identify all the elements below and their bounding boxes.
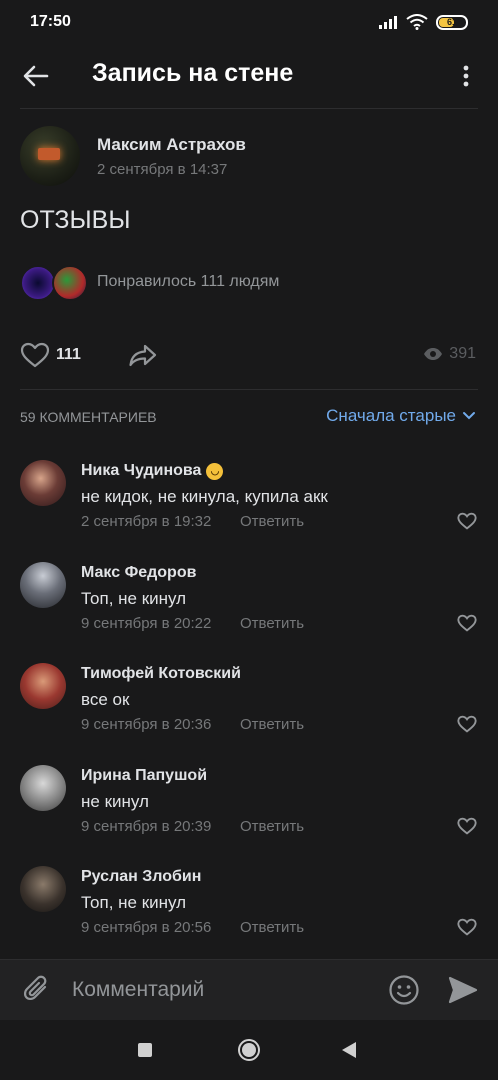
comment-item: Руслан Злобин Топ, не кинул 9 сентября в… bbox=[0, 866, 498, 962]
recent-apps-icon[interactable] bbox=[138, 1043, 152, 1057]
sort-order-button[interactable]: Сначала старые bbox=[326, 406, 476, 426]
comment-author[interactable]: Руслан Злобин bbox=[81, 868, 201, 886]
status-time: 17:50 bbox=[30, 13, 71, 30]
heart-icon bbox=[20, 342, 50, 368]
comment-composer bbox=[0, 959, 498, 1020]
comment-date: 9 сентября в 20:22 bbox=[81, 615, 212, 632]
comment-author[interactable]: Макс Федоров bbox=[81, 564, 196, 582]
comment-like-button[interactable] bbox=[456, 612, 478, 634]
post-actions: 111 391 bbox=[0, 330, 498, 380]
comment-text: не кинул bbox=[81, 792, 149, 811]
heart-icon bbox=[457, 614, 477, 632]
comment-author[interactable]: Тимофей Котовский bbox=[81, 665, 241, 683]
like-button[interactable]: 111 bbox=[20, 338, 81, 372]
comment-like-button[interactable] bbox=[456, 916, 478, 938]
comment-text: все ок bbox=[81, 690, 130, 709]
back-triangle-icon[interactable] bbox=[342, 1042, 356, 1058]
wifi-icon bbox=[406, 14, 428, 30]
avatar-glow bbox=[38, 148, 60, 160]
comment-text: Топ, не кинул bbox=[81, 893, 187, 912]
heart-icon bbox=[457, 817, 477, 835]
app-header: Запись на стене bbox=[0, 44, 498, 108]
comment-item: Тимофей Котовский все ок 9 сентября в 20… bbox=[0, 663, 498, 759]
comment-date: 9 сентября в 20:36 bbox=[81, 716, 212, 733]
header-divider bbox=[20, 108, 478, 109]
emoji-button[interactable] bbox=[387, 973, 421, 1007]
comment-item: Ника Чудинова ◡ не кидок, не кинула, куп… bbox=[0, 460, 498, 556]
author-avatar[interactable] bbox=[20, 126, 80, 186]
eye-icon bbox=[424, 348, 443, 360]
comment-item: Макс Федоров Топ, не кинул 9 сентября в … bbox=[0, 562, 498, 658]
comment-author-name: Ирина Папушой bbox=[81, 767, 208, 784]
comment-author-name: Тимофей Котовский bbox=[81, 665, 241, 682]
signal-icon bbox=[379, 16, 397, 29]
liker-avatar bbox=[20, 265, 56, 301]
commenter-avatar[interactable] bbox=[20, 663, 66, 709]
views-counter: 391 bbox=[423, 345, 476, 363]
comment-author[interactable]: Ника Чудинова ◡ bbox=[81, 462, 224, 480]
chevron-down-icon bbox=[463, 412, 475, 420]
reply-button[interactable]: Ответить bbox=[240, 615, 304, 632]
commenter-avatar[interactable] bbox=[20, 562, 66, 608]
share-icon bbox=[129, 344, 157, 367]
reply-button[interactable]: Ответить bbox=[240, 919, 304, 936]
reply-button[interactable]: Ответить bbox=[240, 716, 304, 733]
more-menu-button[interactable] bbox=[452, 58, 480, 94]
comment-like-button[interactable] bbox=[456, 713, 478, 735]
reply-button[interactable]: Ответить bbox=[240, 513, 304, 530]
home-icon[interactable] bbox=[238, 1039, 260, 1061]
commenter-avatar[interactable] bbox=[20, 460, 66, 506]
comments-header: 59 КОММЕНТАРИЕВ Сначала старые bbox=[0, 400, 498, 434]
views-count: 391 bbox=[449, 345, 476, 362]
likes-summary[interactable]: Понравилось 111 людям bbox=[97, 273, 279, 291]
smile-icon bbox=[389, 975, 419, 1005]
liker-avatar bbox=[52, 265, 88, 301]
battery-level: 61 bbox=[446, 17, 457, 27]
status-icons: 61 bbox=[378, 14, 468, 30]
arrow-left-icon bbox=[23, 65, 49, 87]
page-title: Запись на стене bbox=[92, 59, 294, 87]
comment-item: Ирина Папушой не кинул 9 сентября в 20:3… bbox=[0, 765, 498, 861]
comment-like-button[interactable] bbox=[456, 510, 478, 532]
send-button[interactable] bbox=[446, 973, 480, 1007]
comment-like-button[interactable] bbox=[456, 815, 478, 837]
comment-text: Топ, не кинул bbox=[81, 589, 187, 608]
comment-date: 2 сентября в 19:32 bbox=[81, 513, 212, 530]
sort-label: Сначала старые bbox=[326, 406, 456, 425]
system-nav-bar bbox=[0, 1020, 498, 1080]
comment-author-name: Макс Федоров bbox=[81, 564, 197, 581]
actions-divider bbox=[20, 389, 478, 390]
likers-avatars[interactable] bbox=[20, 265, 90, 301]
comment-date: 9 сентября в 20:39 bbox=[81, 818, 212, 835]
comment-date: 9 сентября в 20:56 bbox=[81, 919, 212, 936]
commenter-avatar[interactable] bbox=[20, 765, 66, 811]
author-name[interactable]: Максим Астрахов bbox=[97, 135, 246, 155]
smiling-face-icon: ◡ bbox=[206, 462, 224, 480]
comment-input[interactable] bbox=[72, 974, 372, 1006]
post-text: ОТЗЫВЫ bbox=[20, 206, 131, 234]
home-icon-inner bbox=[242, 1043, 256, 1057]
reply-button[interactable]: Ответить bbox=[240, 818, 304, 835]
paperclip-icon bbox=[23, 975, 47, 1001]
more-vertical-icon bbox=[463, 65, 469, 87]
back-button[interactable] bbox=[16, 58, 56, 94]
send-icon bbox=[448, 976, 478, 1004]
battery-icon: 61 bbox=[436, 14, 468, 30]
comment-author-name: Ника Чудинова bbox=[81, 462, 202, 479]
like-count: 111 bbox=[56, 346, 81, 363]
comment-text: не кидок, не кинула, купила акк bbox=[81, 487, 328, 506]
comment-author[interactable]: Ирина Папушой bbox=[81, 767, 207, 785]
post-date: 2 сентября в 14:37 bbox=[97, 161, 228, 178]
comment-author-name: Руслан Злобин bbox=[81, 868, 202, 885]
share-button[interactable] bbox=[126, 338, 160, 372]
status-bar: 17:50 61 bbox=[0, 0, 498, 44]
heart-icon bbox=[457, 715, 477, 733]
attach-button[interactable] bbox=[20, 973, 54, 1007]
comments-count: 59 КОММЕНТАРИЕВ bbox=[20, 409, 157, 425]
commenter-avatar[interactable] bbox=[20, 866, 66, 912]
heart-icon bbox=[457, 512, 477, 530]
heart-icon bbox=[457, 918, 477, 936]
